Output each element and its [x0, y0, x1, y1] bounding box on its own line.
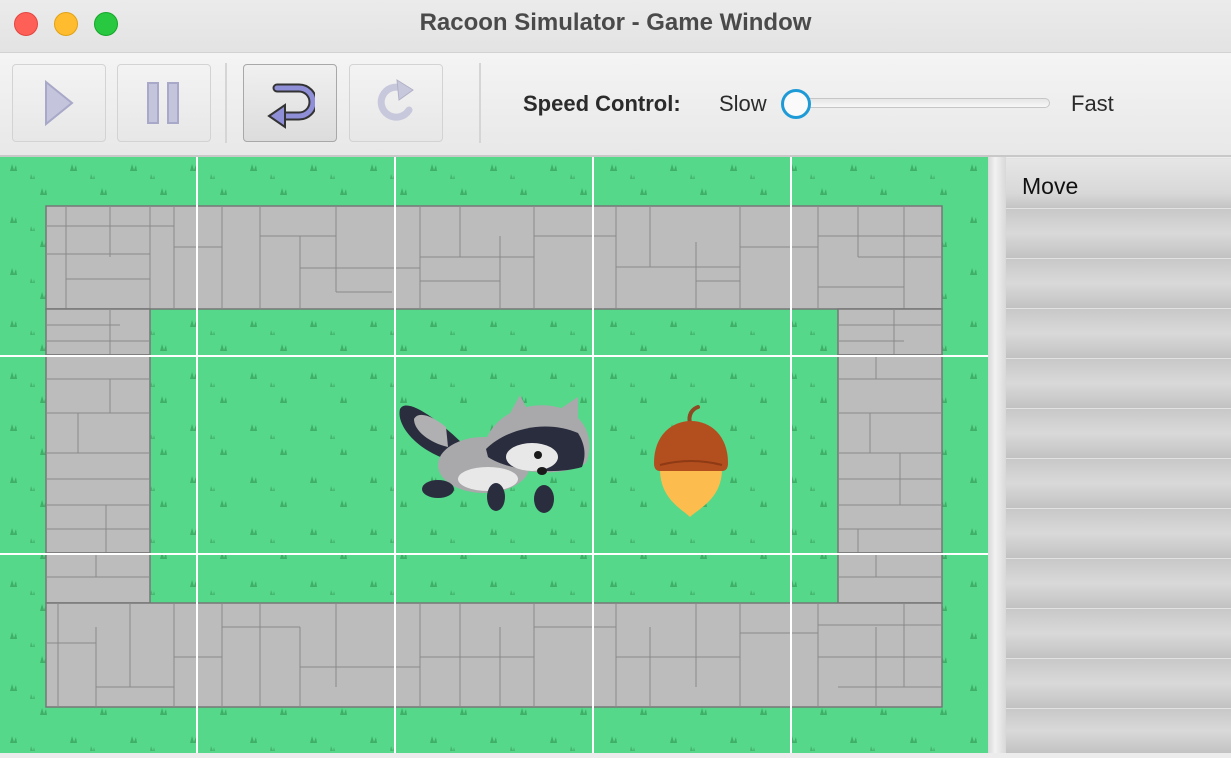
redo-icon	[377, 79, 414, 121]
speed-control-label: Speed Control:	[523, 91, 681, 116]
command-row[interactable]	[1006, 658, 1231, 708]
toolbar-separator	[479, 63, 481, 143]
command-row[interactable]	[1006, 558, 1231, 608]
stone-path-right	[837, 354, 943, 554]
split-pane-divider[interactable]	[988, 157, 1006, 753]
step-over-button[interactable]	[243, 64, 337, 142]
speed-slow-label: Slow	[719, 91, 767, 116]
title-bar: Racoon Simulator - Game Window	[0, 0, 1231, 53]
command-row[interactable]	[1006, 458, 1231, 508]
stone-path-left	[45, 354, 151, 554]
play-button[interactable]	[12, 64, 106, 142]
toolbar-separator	[225, 63, 227, 143]
step-button[interactable]	[349, 64, 443, 142]
command-row[interactable]	[1006, 208, 1231, 258]
command-row[interactable]: Move	[1006, 158, 1231, 208]
toolbar: Speed Control: Slow Fast	[0, 53, 1231, 157]
command-label: Move	[1022, 173, 1079, 199]
play-icon	[45, 79, 74, 127]
speed-fast-label: Fast	[1071, 91, 1114, 116]
speed-slider-thumb[interactable]	[781, 89, 811, 119]
command-row[interactable]	[1006, 258, 1231, 308]
game-grid	[0, 157, 988, 753]
pause-icon	[147, 82, 179, 124]
command-row[interactable]	[1006, 708, 1231, 753]
command-row[interactable]	[1006, 358, 1231, 408]
command-row[interactable]	[1006, 308, 1231, 358]
step-over-icon	[267, 83, 315, 129]
command-row[interactable]	[1006, 408, 1231, 458]
pause-button[interactable]	[117, 64, 211, 142]
game-board	[0, 157, 988, 753]
command-row[interactable]	[1006, 508, 1231, 558]
window-title: Racoon Simulator - Game Window	[419, 9, 812, 36]
command-row[interactable]	[1006, 608, 1231, 658]
speed-slider-track[interactable]	[788, 98, 1050, 108]
command-list-panel: Move	[1006, 158, 1231, 753]
